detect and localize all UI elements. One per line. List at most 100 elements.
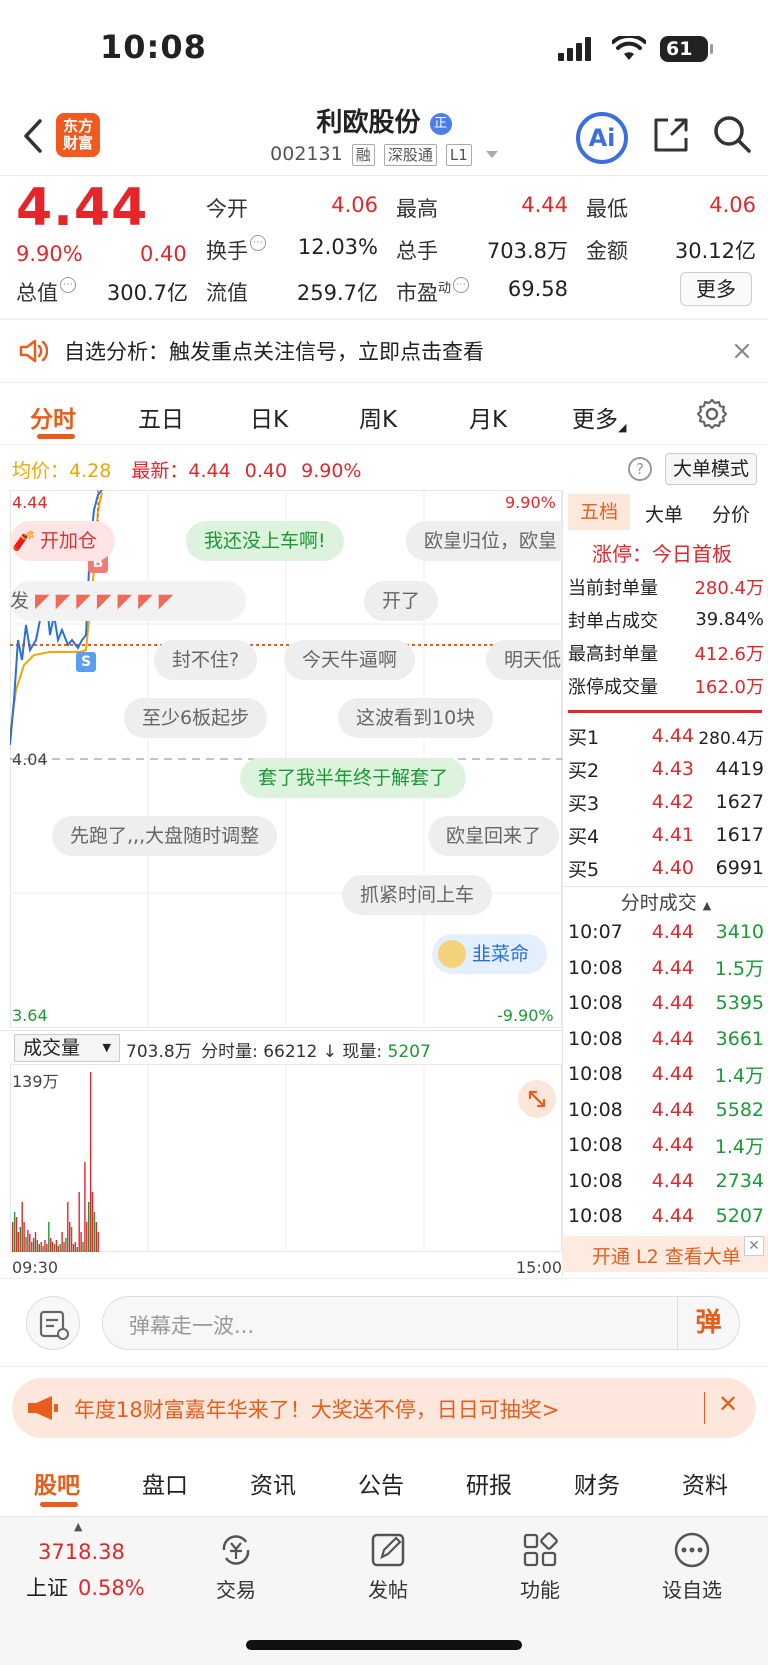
danmu-bubble[interactable]: 这波看到10块: [338, 698, 494, 738]
danmu-bubble[interactable]: 至少6板起步: [124, 698, 268, 738]
avatar-icon: [438, 940, 466, 968]
bid-row: 买5 4.40 6991: [568, 857, 764, 881]
settings-gear-icon[interactable]: [696, 398, 728, 430]
info-icon[interactable]: ⋯: [453, 277, 470, 293]
ai-button[interactable]: Ai: [576, 112, 628, 164]
tab-forum[interactable]: 股吧: [34, 1466, 80, 1500]
pct-axis-bottom: -9.90%: [497, 1006, 554, 1025]
tick-time: 10:08: [568, 1169, 623, 1192]
time-end: 15:00: [516, 1258, 563, 1277]
more-stats-button[interactable]: 更多: [680, 272, 752, 306]
status-time: 10:08: [100, 28, 207, 66]
danmu-bubble[interactable]: 韭菜命: [432, 934, 548, 974]
help-icon[interactable]: ?: [628, 457, 652, 481]
danmu-input[interactable]: 弹幕走一波... 弹: [102, 1296, 740, 1350]
danmu-settings-button[interactable]: [26, 1296, 80, 1350]
danmu-bubble[interactable]: 🧨 开加仓: [10, 521, 116, 561]
volume-divider: [0, 1030, 562, 1031]
danmu-bubble[interactable]: 套了我半年终于解套了: [240, 758, 467, 798]
index-value[interactable]: 3718.38: [38, 1540, 125, 1564]
tab-news[interactable]: 资讯: [250, 1466, 296, 1500]
volume-bar: [63, 1242, 65, 1252]
ob-tab-price[interactable]: 分价: [712, 500, 750, 527]
volume-bar: [86, 1222, 88, 1252]
nav-post[interactable]: 发帖: [328, 1530, 448, 1603]
danmu-bubble[interactable]: 发 ◤◤◤◤◤◤◤: [10, 581, 246, 621]
yuan-exchange-icon: [222, 1535, 250, 1565]
pct-axis-top: 9.90%: [505, 493, 556, 512]
tick-qty: 5395: [715, 992, 764, 1014]
tab-more[interactable]: 更多◢: [572, 400, 626, 434]
volume-bar: [57, 1246, 59, 1252]
share-icon[interactable]: [652, 116, 690, 154]
ticks-divider: [562, 886, 768, 887]
signal-icon: [558, 37, 591, 61]
close-promo-icon[interactable]: ✕: [744, 1236, 764, 1256]
volume-bar: [74, 1242, 77, 1252]
danmu-bubble[interactable]: 先跑了,,,大盘随时调整: [52, 816, 278, 856]
tick-price: 4.44: [651, 1027, 694, 1050]
active-tab-indicator: [37, 434, 75, 439]
volume-bar: [65, 1238, 67, 1252]
send-danmu-button[interactable]: 弹: [677, 1297, 739, 1349]
nav-add-watchlist[interactable]: 设自选: [632, 1530, 752, 1603]
danmu-bubble[interactable]: 开了: [364, 581, 439, 621]
tab-orderbook[interactable]: 盘口: [142, 1466, 188, 1500]
big-order-mode-button[interactable]: 大单模式: [665, 453, 757, 485]
amount-value: 30.12亿: [674, 239, 756, 263]
tab-monthly-k[interactable]: 月K: [469, 400, 507, 434]
time-start: 09:30: [12, 1258, 59, 1277]
alert-divider: [0, 382, 768, 383]
danmu-bubble[interactable]: 抓紧时间上车: [342, 875, 493, 915]
nav-trade[interactable]: 交易: [176, 1530, 296, 1603]
volume-bar: [80, 1232, 82, 1252]
l2-promo[interactable]: 开通 L2 查看大单 ✕: [562, 1236, 768, 1272]
danmu-bubble[interactable]: 封不住?: [154, 640, 258, 680]
tab-profile[interactable]: 资料: [682, 1466, 728, 1500]
tag-margin: 融: [351, 144, 375, 166]
tab-daily-k[interactable]: 日K: [250, 400, 288, 434]
tab-five-day[interactable]: 五日: [138, 400, 184, 434]
index-row[interactable]: 上证 0.58%: [26, 1572, 145, 1602]
danmu-bubble[interactable]: 我还没上车啊!: [186, 521, 344, 561]
ob-tab-big-order[interactable]: 大单: [645, 500, 683, 527]
danmu-bubble[interactable]: 欧皇归位，欧皇: [406, 521, 562, 561]
firework-icon: 🧨: [12, 530, 36, 552]
tab-announcements[interactable]: 公告: [358, 1466, 404, 1500]
ticks-title[interactable]: 分时成交 ▲: [568, 888, 764, 915]
high-label: 最高: [396, 197, 438, 221]
tab-weekly-k[interactable]: 周K: [359, 400, 397, 434]
volume-bar: [95, 1222, 97, 1252]
tab-research[interactable]: 研报: [466, 1466, 512, 1500]
header-divider: [0, 175, 768, 176]
expand-chart-icon[interactable]: [518, 1080, 556, 1118]
promo-banner[interactable]: 年度18财富嘉年华来了！大奖送不停，日日可抽奖> ✕: [12, 1378, 756, 1438]
tick-row: 10:07 4.44 3410: [568, 916, 764, 948]
latest-change: 0.40: [244, 460, 288, 482]
pe-label: 市盈动 ⋯: [396, 277, 470, 307]
volume-bar: [38, 1244, 40, 1252]
close-alert-icon[interactable]: [734, 343, 750, 359]
dropdown-caret-icon[interactable]: [485, 151, 498, 158]
tabs-divider: [0, 444, 768, 445]
volume-select[interactable]: 成交量 ▼: [14, 1034, 120, 1062]
search-icon[interactable]: [712, 114, 752, 154]
info-icon[interactable]: ⋯: [250, 235, 266, 251]
turnover-value: 12.03%: [297, 235, 378, 259]
float-value: 259.7亿: [296, 281, 378, 305]
tab-financials[interactable]: 财务: [574, 1466, 620, 1500]
volume-bar: [36, 1240, 39, 1252]
ob-tab-five-level[interactable]: 五档: [568, 494, 630, 530]
tick-row: 10:08 4.44 2734: [568, 1165, 764, 1197]
sell-marker[interactable]: S: [76, 652, 96, 672]
info-icon[interactable]: ⋯: [60, 277, 76, 293]
y-axis-mid: 4.04: [12, 750, 48, 769]
close-banner-icon[interactable]: ✕: [718, 1390, 738, 1418]
analysis-alert[interactable]: 自选分析：触发重点关注信号，立即点击查看: [0, 320, 768, 382]
nav-functions[interactable]: 功能: [480, 1530, 600, 1603]
danmu-bubble[interactable]: 欧皇回来了: [428, 816, 560, 856]
danmu-bubble[interactable]: 明天低: [486, 640, 562, 680]
danmu-bubble[interactable]: 今天牛逼啊: [284, 640, 416, 680]
volume-bar: [17, 1232, 20, 1252]
tab-intraday[interactable]: 分时: [30, 400, 76, 434]
